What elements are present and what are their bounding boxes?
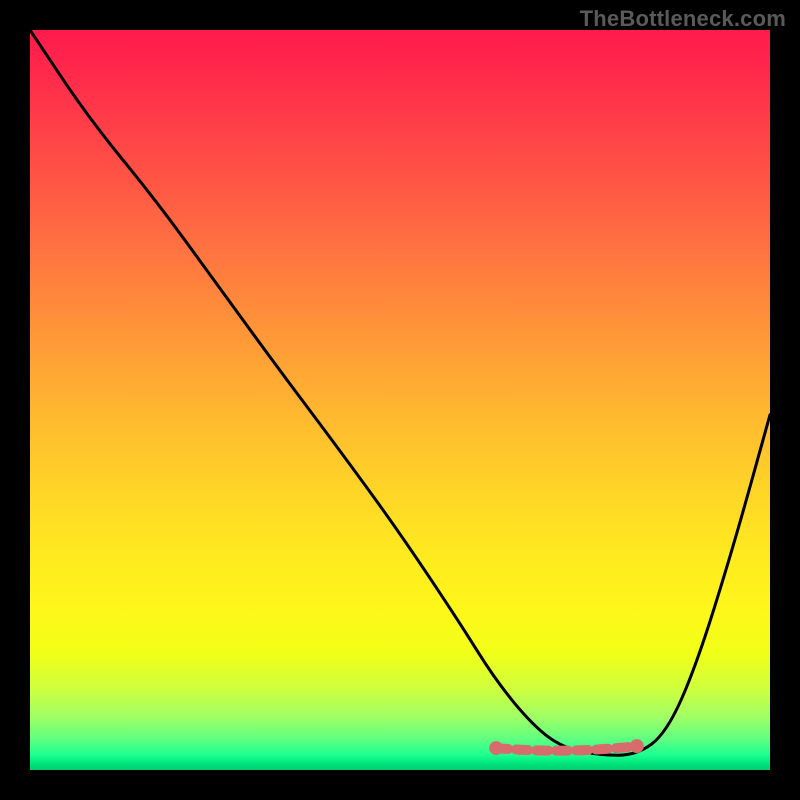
chart-frame: TheBottleneck.com <box>0 0 800 800</box>
optimal-range-end-dot <box>630 739 644 753</box>
optimal-range-band <box>496 746 637 751</box>
bottleneck-curve <box>30 30 770 755</box>
watermark-label: TheBottleneck.com <box>580 6 786 32</box>
plot-area <box>30 30 770 770</box>
optimal-range-start-dot <box>489 741 503 755</box>
chart-svg <box>30 30 770 770</box>
